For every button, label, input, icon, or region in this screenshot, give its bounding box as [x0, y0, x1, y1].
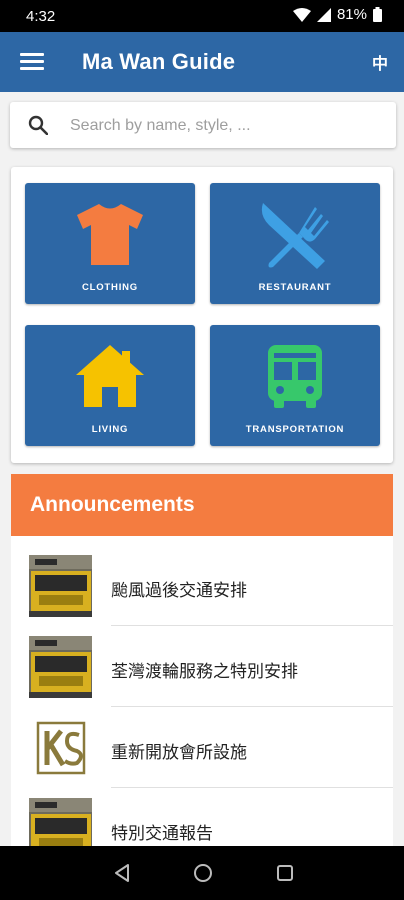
category-tile-transportation[interactable]: TRANSPORTATION: [210, 325, 380, 446]
category-tile-restaurant[interactable]: RESTAURANT: [210, 183, 380, 304]
status-bar: 4:32 81%: [0, 0, 404, 32]
menu-icon[interactable]: [20, 53, 44, 71]
app-bar: Ma Wan Guide 中: [0, 32, 404, 92]
language-toggle-button[interactable]: 中: [372, 50, 388, 74]
announcement-text: 荃灣渡輪服務之特別安排: [111, 662, 298, 682]
announcement-text: 颱風過後交通安排: [111, 581, 247, 601]
announcement-item[interactable]: 特別交通報告: [11, 788, 393, 854]
search-input[interactable]: [68, 111, 382, 141]
fork-knife-icon: [261, 203, 329, 269]
category-label: LIVING: [91, 424, 129, 435]
status-icons: 81%: [292, 6, 382, 23]
announcement-text: 重新開放會所設施: [111, 743, 247, 763]
ks-logo-thumbnail: [29, 717, 92, 779]
category-tile-clothing[interactable]: CLOTHING: [25, 183, 195, 304]
battery-icon: [373, 7, 382, 22]
announcement-item[interactable]: 荃灣渡輪服務之特別安排: [11, 626, 393, 707]
search-icon[interactable]: [28, 115, 48, 135]
back-icon[interactable]: [113, 863, 131, 883]
category-label: CLOTHING: [81, 282, 138, 293]
category-tile-living[interactable]: LIVING: [25, 325, 195, 446]
system-nav-bar: [0, 846, 404, 900]
announcements-panel: Announcements 颱風過後交通安排 荃灣渡輪服務之特別安排 重新開放會…: [11, 474, 393, 854]
bus-icon: [268, 345, 322, 408]
search-bar: [10, 102, 396, 148]
announcements-title: Announcements: [30, 493, 195, 516]
announcement-item[interactable]: 重新開放會所設施: [11, 707, 393, 788]
announcements-header: Announcements: [11, 474, 393, 536]
signal-icon: [316, 7, 331, 22]
bus-photo-thumbnail: [29, 555, 92, 617]
category-grid: CLOTHING RESTAURANT LIVING TRANSPORTATIO…: [11, 167, 393, 463]
category-label: RESTAURANT: [258, 282, 332, 293]
announcement-text: 特別交通報告: [111, 824, 213, 844]
recents-icon[interactable]: [276, 863, 294, 883]
status-time: 4:32: [26, 8, 56, 25]
app-title: Ma Wan Guide: [82, 49, 236, 74]
category-label: TRANSPORTATION: [245, 424, 345, 435]
bus-photo-thumbnail: [29, 636, 92, 698]
shirt-icon: [77, 204, 143, 265]
announcement-item[interactable]: 颱風過後交通安排: [11, 545, 393, 626]
home-icon[interactable]: [193, 863, 213, 883]
house-icon: [76, 345, 144, 407]
wifi-icon: [292, 7, 311, 22]
battery-percent: 81%: [336, 6, 367, 23]
